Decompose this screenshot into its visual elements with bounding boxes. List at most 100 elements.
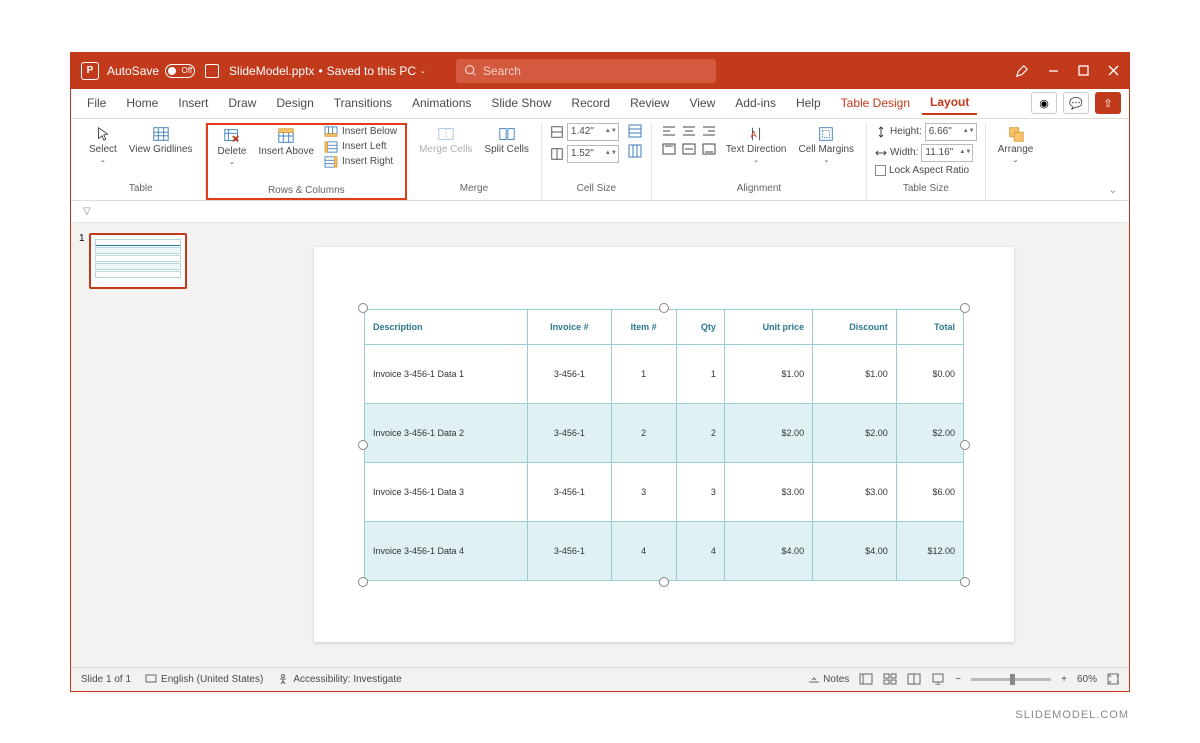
table-row[interactable]: Invoice 3-456-1 Data 33-456-133$3.00$3.0… [365, 462, 964, 521]
table-cell[interactable]: 3 [611, 462, 676, 521]
accessibility-status[interactable]: Accessibility: Investigate [277, 673, 401, 685]
tab-file[interactable]: File [79, 92, 114, 114]
slide-counter[interactable]: Slide 1 of 1 [81, 674, 131, 685]
table-row[interactable]: Invoice 3-456-1 Data 13-456-111$1.00$1.0… [365, 344, 964, 403]
table-cell[interactable]: 3-456-1 [527, 462, 611, 521]
tab-draw[interactable]: Draw [220, 92, 264, 114]
table-cell[interactable]: 1 [611, 344, 676, 403]
normal-view-icon[interactable] [859, 673, 873, 685]
table-cell[interactable]: 3-456-1 [527, 344, 611, 403]
data-table[interactable]: DescriptionInvoice #Item #QtyUnit priceD… [364, 309, 964, 581]
select-button[interactable]: Select⌄ [85, 123, 121, 166]
table-cell[interactable]: $2.00 [896, 403, 963, 462]
split-cells-button[interactable]: Split Cells [480, 123, 532, 157]
resize-handle[interactable] [358, 577, 368, 587]
tab-transitions[interactable]: Transitions [326, 92, 400, 114]
distribute-cols-icon[interactable] [627, 143, 643, 159]
table-cell[interactable]: 3-456-1 [527, 521, 611, 580]
slide-thumbnail-1[interactable] [89, 233, 187, 289]
tab-home[interactable]: Home [118, 92, 166, 114]
table-cell[interactable]: 3 [676, 462, 724, 521]
align-bottom-icon[interactable] [700, 141, 718, 157]
table-cell[interactable]: $3.00 [724, 462, 812, 521]
table-cell[interactable]: $4.00 [724, 521, 812, 580]
insert-above-button[interactable]: Insert Above [254, 125, 318, 159]
tab-animations[interactable]: Animations [404, 92, 479, 114]
tab-review[interactable]: Review [622, 92, 677, 114]
qat-dropdown-icon[interactable]: ▽ [83, 206, 91, 217]
table-header[interactable]: Unit price [724, 309, 812, 344]
pen-icon[interactable] [1015, 64, 1029, 78]
table-cell[interactable]: $3.00 [813, 462, 897, 521]
comments-button[interactable]: 💬 [1063, 92, 1089, 114]
tab-add-ins[interactable]: Add-ins [727, 92, 784, 114]
table-cell[interactable]: 4 [676, 521, 724, 580]
zoom-in-button[interactable]: + [1061, 674, 1067, 685]
align-left-icon[interactable] [660, 123, 678, 139]
maximize-button[interactable] [1077, 65, 1089, 77]
table-header[interactable]: Discount [813, 309, 897, 344]
table-cell[interactable]: Invoice 3-456-1 Data 4 [365, 521, 528, 580]
table-header[interactable]: Total [896, 309, 963, 344]
slide-canvas[interactable]: DescriptionInvoice #Item #QtyUnit priceD… [199, 223, 1129, 667]
table-row[interactable]: Invoice 3-456-1 Data 43-456-144$4.00$4.0… [365, 521, 964, 580]
record-indicator[interactable]: ◉ [1031, 92, 1057, 114]
tab-design[interactable]: Design [268, 92, 321, 114]
delete-button[interactable]: Delete⌄ [214, 125, 251, 168]
cell-margins-button[interactable]: Cell Margins⌄ [794, 123, 858, 166]
table-cell[interactable]: $4.00 [813, 521, 897, 580]
arrange-button[interactable]: Arrange⌄ [994, 123, 1038, 166]
toggle-switch[interactable]: Off [165, 64, 195, 78]
insert-left-button[interactable]: Insert Left [322, 140, 399, 154]
notes-button[interactable]: Notes [808, 674, 849, 685]
table-cell[interactable]: Invoice 3-456-1 Data 3 [365, 462, 528, 521]
view-gridlines-button[interactable]: View Gridlines [125, 123, 197, 157]
search-box[interactable]: Search [456, 59, 716, 83]
table-cell[interactable]: $1.00 [813, 344, 897, 403]
table-row[interactable]: Invoice 3-456-1 Data 23-456-122$2.00$2.0… [365, 403, 964, 462]
table-cell[interactable]: Invoice 3-456-1 Data 2 [365, 403, 528, 462]
tab-view[interactable]: View [681, 92, 723, 114]
table-cell[interactable]: 1 [676, 344, 724, 403]
distribute-rows-icon[interactable] [627, 123, 643, 139]
reading-view-icon[interactable] [907, 673, 921, 685]
close-button[interactable] [1107, 65, 1119, 77]
resize-handle[interactable] [659, 303, 669, 313]
table-width-input[interactable]: 11.16"▲▼ [921, 144, 973, 162]
resize-handle[interactable] [659, 577, 669, 587]
table-header[interactable]: Invoice # [527, 309, 611, 344]
resize-handle[interactable] [358, 440, 368, 450]
collapse-ribbon-icon[interactable]: ⌄ [1103, 181, 1123, 200]
table-cell[interactable]: $6.00 [896, 462, 963, 521]
align-center-icon[interactable] [680, 123, 698, 139]
resize-handle[interactable] [960, 440, 970, 450]
sorter-view-icon[interactable] [883, 673, 897, 685]
minimize-button[interactable] [1047, 65, 1059, 77]
fit-window-icon[interactable] [1107, 673, 1119, 685]
insert-below-button[interactable]: Insert Below [322, 125, 399, 139]
lock-aspect-checkbox[interactable]: Lock Aspect Ratio [875, 165, 977, 176]
zoom-slider[interactable] [971, 678, 1051, 681]
zoom-level[interactable]: 60% [1077, 674, 1097, 685]
slideshow-view-icon[interactable] [931, 673, 945, 685]
table-height-input[interactable]: 6.66"▲▼ [925, 123, 977, 141]
col-width-input[interactable]: 1.52"▲▼ [567, 145, 619, 163]
merge-cells-button[interactable]: Merge Cells [415, 123, 476, 157]
autosave-toggle[interactable]: AutoSave Off [107, 64, 195, 78]
align-middle-icon[interactable] [680, 141, 698, 157]
language-status[interactable]: English (United States) [145, 673, 263, 685]
table-cell[interactable]: $12.00 [896, 521, 963, 580]
tab-insert[interactable]: Insert [170, 92, 216, 114]
table-cell[interactable]: Invoice 3-456-1 Data 1 [365, 344, 528, 403]
save-icon[interactable] [205, 64, 219, 78]
table-cell[interactable]: $0.00 [896, 344, 963, 403]
table-header[interactable]: Qty [676, 309, 724, 344]
table-cell[interactable]: 2 [611, 403, 676, 462]
zoom-out-button[interactable]: − [955, 674, 961, 685]
row-height-input[interactable]: 1.42"▲▼ [567, 123, 619, 141]
resize-handle[interactable] [960, 577, 970, 587]
resize-handle[interactable] [960, 303, 970, 313]
table-cell[interactable]: $2.00 [813, 403, 897, 462]
tab-layout[interactable]: Layout [922, 91, 977, 115]
table-cell[interactable]: 3-456-1 [527, 403, 611, 462]
